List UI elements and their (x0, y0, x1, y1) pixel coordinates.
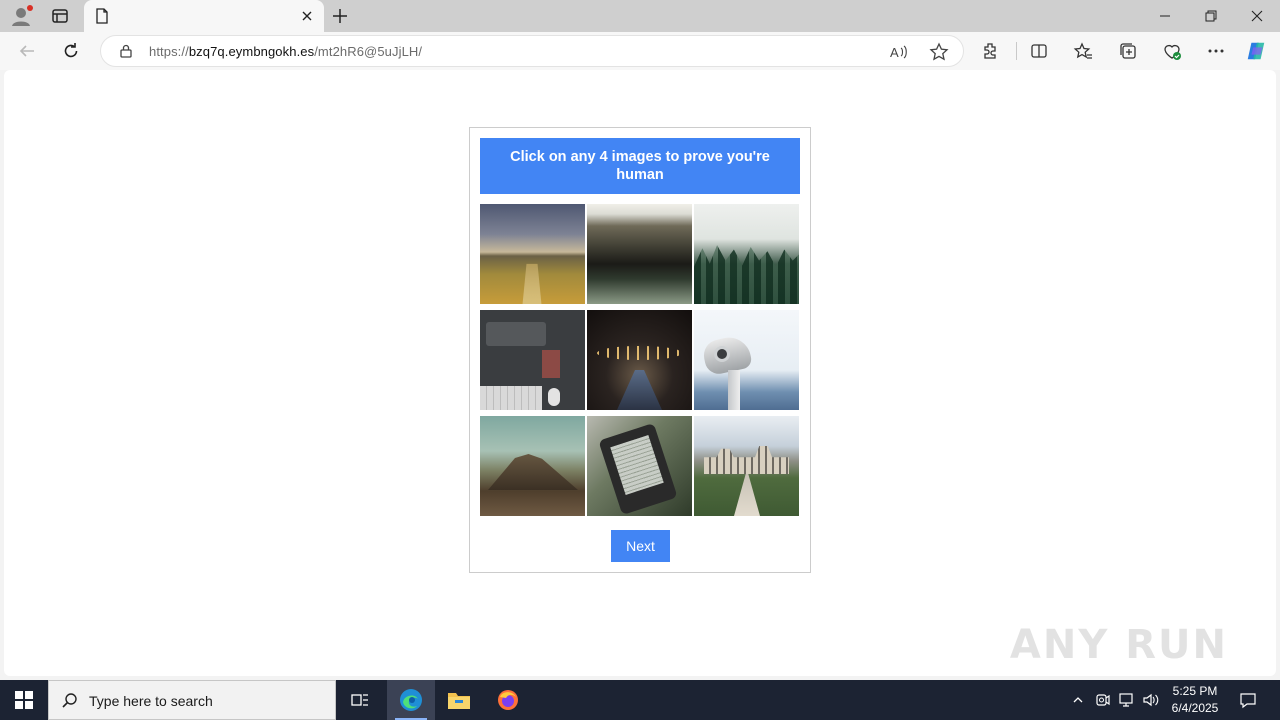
toolbar-divider (1016, 42, 1017, 60)
favorites-icon[interactable] (1072, 40, 1094, 62)
windows-start-icon[interactable] (0, 680, 48, 720)
minimize-icon[interactable] (1142, 4, 1188, 28)
split-screen-icon[interactable] (1028, 40, 1050, 62)
system-clock[interactable]: 5:25 PM 6/4/2025 (1160, 683, 1230, 717)
collections-icon[interactable] (1117, 40, 1139, 62)
notifications-icon[interactable] (1236, 680, 1260, 720)
volume-icon[interactable] (1140, 680, 1162, 720)
captcha-image-misty-meadow[interactable] (587, 204, 692, 304)
meet-now-icon[interactable] (1093, 680, 1113, 720)
clock-date: 6/4/2025 (1171, 701, 1219, 715)
copilot-icon[interactable] (1245, 40, 1267, 62)
file-explorer-icon[interactable] (435, 680, 483, 720)
captcha-image-wheat-field-road[interactable] (480, 204, 585, 304)
next-button[interactable]: Next (611, 530, 670, 562)
navigation-bar: https://bzq7q.eymbngokh.es/mt2hR6@5uJjLH… (0, 32, 1280, 70)
refresh-icon[interactable] (60, 40, 82, 62)
svg-text:A: A (890, 45, 899, 60)
browser-tab-bar (0, 0, 1280, 32)
close-window-icon[interactable] (1234, 4, 1280, 28)
search-placeholder: Type here to search (89, 693, 213, 709)
restore-icon[interactable] (1188, 4, 1234, 28)
more-options-icon[interactable] (1205, 40, 1227, 62)
favorite-star-icon[interactable] (929, 42, 949, 62)
captcha-image-coin-binoculars[interactable] (694, 310, 799, 410)
captcha-image-ereader-in-hand[interactable] (587, 416, 692, 516)
lock-icon[interactable] (119, 44, 133, 58)
captcha-image-desk-keyboard[interactable] (480, 310, 585, 410)
url-text[interactable]: https://bzq7q.eymbngokh.es/mt2hR6@5uJjLH… (149, 44, 422, 59)
address-bar[interactable]: https://bzq7q.eymbngokh.es/mt2hR6@5uJjLH… (100, 35, 964, 67)
anyrun-watermark: ANY RUN (1009, 622, 1228, 668)
captcha-instruction: Click on any 4 images to prove you're hu… (480, 138, 800, 194)
captcha-image-foggy-forest[interactable] (694, 204, 799, 304)
firefox-icon[interactable] (484, 680, 532, 720)
network-icon[interactable] (1116, 680, 1138, 720)
captcha-box: Click on any 4 images to prove you're hu… (469, 127, 811, 573)
back-icon[interactable] (16, 40, 38, 62)
close-tab-icon[interactable] (300, 9, 314, 23)
captcha-image-chateau-path[interactable] (694, 416, 799, 516)
search-icon (61, 692, 79, 710)
page-icon (94, 8, 110, 24)
captcha-image-volcano-landscape[interactable] (480, 416, 585, 516)
task-view-icon[interactable] (336, 680, 384, 720)
browser-tab[interactable] (84, 0, 324, 32)
profile-icon[interactable] (10, 4, 34, 28)
new-tab-icon[interactable] (330, 6, 350, 26)
edge-taskbar-icon[interactable] (387, 680, 435, 720)
clock-time: 5:25 PM (1172, 684, 1218, 698)
captcha-image-grid (480, 204, 800, 516)
taskbar-search-box[interactable]: Type here to search (48, 680, 336, 720)
tab-actions-icon[interactable] (50, 6, 70, 26)
page-viewport: Click on any 4 images to prove you're hu… (4, 70, 1276, 676)
captcha-image-night-street-lights[interactable] (587, 310, 692, 410)
browser-essentials-icon[interactable] (1161, 40, 1183, 62)
extensions-icon[interactable] (980, 40, 1002, 62)
read-aloud-icon[interactable]: A (889, 42, 909, 62)
tray-overflow-icon[interactable] (1068, 680, 1088, 720)
taskbar: Type here to search 5:25 PM 6/4/2025 (0, 680, 1280, 720)
